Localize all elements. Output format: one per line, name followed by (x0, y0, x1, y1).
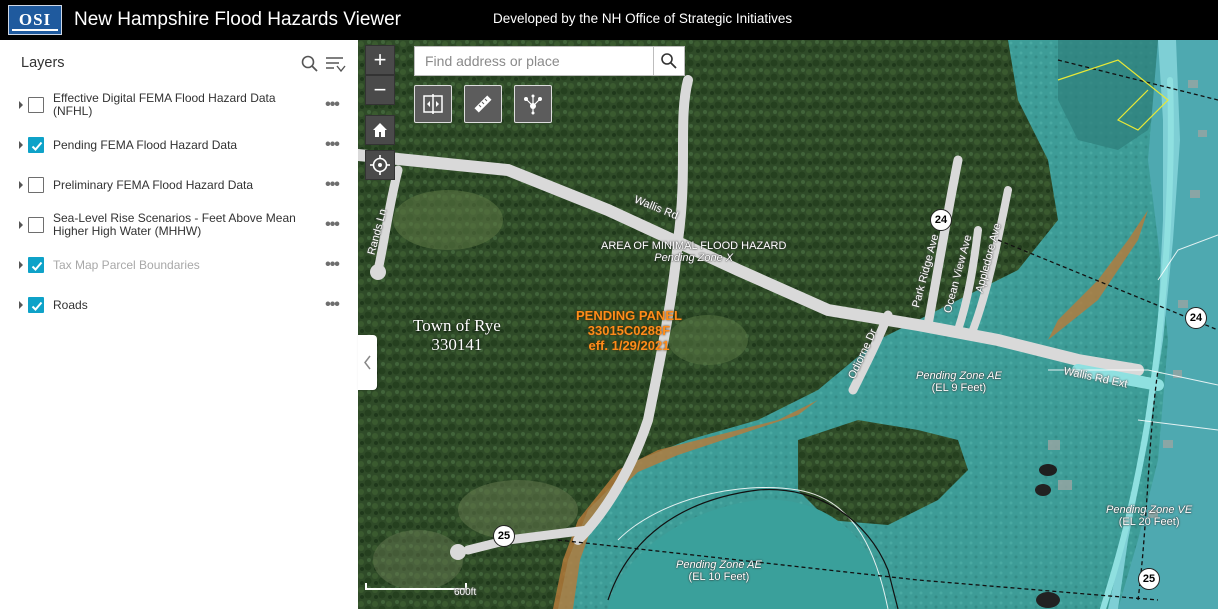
expand-caret-icon[interactable] (18, 87, 24, 123)
address-search-input[interactable] (414, 46, 654, 76)
checkmark-icon (31, 301, 43, 311)
zone-ae-10-label: Pending Zone AE (EL 10 Feet) (676, 559, 762, 583)
zone-ve-20-name: Pending Zone VE (1106, 504, 1193, 516)
layers-panel-title: Layers (21, 55, 65, 71)
layer-checkbox[interactable] (28, 97, 44, 113)
layer-label: Sea-Level Rise Scenarios - Feet Above Me… (53, 211, 296, 238)
filter-list-icon (326, 57, 346, 73)
developer-credit: Developed by the NH Office of Strategic … (493, 11, 793, 26)
zone-ae-9-label: Pending Zone AE (EL 9 Feet) (916, 370, 1002, 394)
layer-row-preliminary-fema: Preliminary FEMA Flood Hazard Data ••• (0, 167, 358, 203)
share-tool-button[interactable] (514, 85, 552, 123)
swipe-tool-button[interactable] (414, 85, 452, 123)
collapse-panel-button[interactable] (358, 335, 377, 390)
layer-options-button[interactable]: ••• (320, 135, 344, 155)
layer-row-roads: Roads ••• (0, 287, 358, 323)
layer-options-button[interactable]: ••• (320, 215, 344, 235)
town-name: Town of Rye (413, 316, 501, 335)
locate-button[interactable] (365, 150, 395, 180)
map-view[interactable]: Town of Rye 330141 PENDING PANEL 33015C0… (358, 40, 1218, 609)
home-icon (373, 123, 387, 137)
home-button[interactable] (365, 115, 395, 145)
checkmark-icon (31, 141, 43, 151)
zone-ae-10-name: Pending Zone AE (676, 559, 762, 571)
layer-row-nfhl: Effective Digital FEMA Flood Hazard Data… (0, 87, 358, 123)
zone-x-name: Pending Zone X (654, 252, 734, 264)
checkmark-icon (31, 261, 43, 271)
search-icon (301, 55, 318, 72)
panel-title: PENDING PANEL (576, 308, 682, 323)
layer-checkbox[interactable] (28, 257, 44, 273)
search-layers-button[interactable] (300, 54, 320, 74)
layer-checkbox[interactable] (28, 137, 44, 153)
layer-checkbox[interactable] (28, 177, 44, 193)
expand-caret-icon[interactable] (18, 127, 24, 163)
layer-row-sea-level-rise: Sea-Level Rise Scenarios - Feet Above Me… (0, 207, 358, 243)
ruler-icon (474, 95, 492, 113)
expand-caret-icon[interactable] (18, 287, 24, 323)
chevron-left-icon (364, 355, 371, 370)
layer-options-button[interactable]: ••• (320, 95, 344, 115)
layer-label: Tax Map Parcel Boundaries (53, 257, 200, 272)
route-shield: 25 (1138, 568, 1160, 590)
route-shield: 24 (1185, 307, 1207, 329)
town-code: 330141 (431, 335, 483, 354)
expand-caret-icon[interactable] (18, 207, 24, 243)
layer-options-button[interactable]: ••• (320, 295, 344, 315)
logo-text: OSI (18, 10, 52, 29)
panel-date: eff. 1/29/2021 (588, 338, 670, 353)
expand-caret-icon[interactable] (18, 167, 24, 203)
address-search-button[interactable] (653, 46, 685, 76)
filter-layers-button[interactable] (324, 54, 346, 74)
layer-row-tax-parcels: Tax Map Parcel Boundaries ••• (0, 247, 358, 283)
zoom-in-button[interactable]: + (365, 45, 395, 75)
app-header: OSI New Hampshire Flood Hazards Viewer D… (0, 0, 1218, 40)
zone-ae-9-el: (EL 9 Feet) (931, 382, 987, 394)
search-icon (661, 53, 677, 69)
layer-label: Effective Digital FEMA Flood Hazard Data… (53, 91, 276, 118)
network-share-icon (524, 94, 542, 115)
layer-options-button[interactable]: ••• (320, 175, 344, 195)
swipe-compare-icon (423, 94, 443, 114)
osi-logo: OSI (8, 5, 62, 35)
measure-tool-button[interactable] (464, 85, 502, 123)
locate-crosshair-icon (370, 155, 390, 175)
zone-ae-10-el: (EL 10 Feet) (688, 571, 750, 583)
route-shield: 24 (930, 209, 952, 231)
layer-checkbox[interactable] (28, 297, 44, 313)
layer-label: Roads (53, 297, 88, 312)
expand-caret-icon[interactable] (18, 247, 24, 283)
logo-underline (12, 29, 58, 31)
panel-number: 33015C0288F (587, 323, 671, 338)
town-label: Town of Rye 330141 (413, 316, 501, 354)
layer-label: Preliminary FEMA Flood Hazard Data (53, 177, 254, 192)
minimal-hazard-label: AREA OF MINIMAL FLOOD HAZARD (601, 240, 787, 252)
zone-ae-9-name: Pending Zone AE (916, 370, 1002, 382)
layer-options-button[interactable]: ••• (320, 255, 344, 275)
route-shield: 25 (493, 525, 515, 547)
layer-label: Pending FEMA Flood Hazard Data (53, 137, 238, 152)
zone-ve-20-el: (EL 20 Feet) (1118, 516, 1180, 528)
zone-x-label: AREA OF MINIMAL FLOOD HAZARD Pending Zon… (601, 240, 786, 264)
layers-panel: Layers Effective Digital FEMA Flood Haza… (0, 40, 358, 609)
scale-label: 600ft (454, 587, 477, 598)
layer-row-pending-fema: Pending FEMA Flood Hazard Data ••• (0, 127, 358, 163)
layer-checkbox[interactable] (28, 217, 44, 233)
app-title: New Hampshire Flood Hazards Viewer (74, 9, 401, 30)
zone-ve-20-label: Pending Zone VE (EL 20 Feet) (1106, 504, 1192, 528)
zoom-out-button[interactable]: − (365, 75, 395, 105)
panel-label: PENDING PANEL 33015C0288F eff. 1/29/2021 (576, 308, 682, 353)
